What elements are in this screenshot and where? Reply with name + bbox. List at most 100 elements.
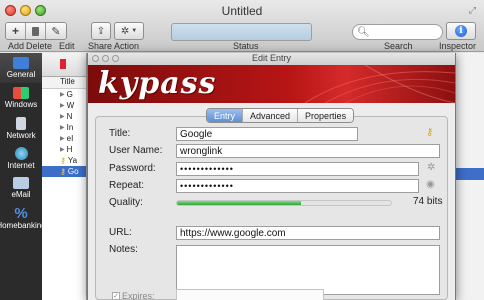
list-item[interactable]: ▶ G xyxy=(42,89,86,100)
expires-label: Expires: xyxy=(122,291,155,300)
group-internet[interactable]: Internet xyxy=(0,143,42,173)
mail-icon xyxy=(13,177,29,189)
edit-button[interactable]: ✎ xyxy=(46,23,66,39)
disclosure-triangle-icon[interactable]: ▶ xyxy=(60,146,65,153)
expires-checkbox[interactable]: ✓ xyxy=(112,292,120,300)
group-label: Homebanking xyxy=(0,220,46,230)
tab-advanced[interactable]: Advanced xyxy=(243,109,299,122)
globe-icon xyxy=(14,146,28,160)
search-icon: 🔍︎ xyxy=(357,26,370,38)
group-label: Windows xyxy=(4,100,38,109)
sheet-titlebar: Edit Entry xyxy=(88,53,455,65)
list-item-label: eI xyxy=(66,134,74,143)
column-header-title[interactable]: Title xyxy=(42,77,86,89)
selected-row-highlight xyxy=(456,168,484,180)
key-icon: ⚷ xyxy=(60,167,66,176)
group-homebanking[interactable]: % Homebanking xyxy=(0,203,46,233)
password-field[interactable]: ••••••••••••• xyxy=(176,162,419,176)
list-item-selected[interactable]: ⚷ Go xyxy=(42,166,86,177)
list-item[interactable]: ▶ eI xyxy=(42,133,86,144)
delete-button[interactable] xyxy=(26,23,46,39)
banner-decoration xyxy=(305,65,455,103)
group-network[interactable]: Network xyxy=(0,113,42,143)
list-item[interactable]: ▶ In xyxy=(42,122,86,133)
reveal-password-icon[interactable]: ◉ xyxy=(426,179,435,190)
key-icon: ⚷ xyxy=(60,156,66,165)
group-label: Internet xyxy=(7,160,35,170)
inspector-label: Inspector xyxy=(439,41,477,51)
disclosure-triangle-icon[interactable]: ▶ xyxy=(60,102,65,109)
chevron-down-icon: ▼ xyxy=(131,28,138,34)
quality-label: Quality: xyxy=(109,197,143,208)
disclosure-triangle-icon[interactable]: ▶ xyxy=(60,135,65,142)
disclosure-triangle-icon[interactable]: ▶ xyxy=(60,91,65,98)
sheet-title: Edit Entry xyxy=(251,53,291,63)
repeat-password-field[interactable]: ••••••••••••• xyxy=(176,179,419,193)
list-item[interactable]: ▶ W xyxy=(42,100,86,111)
add-button[interactable]: + xyxy=(6,23,26,39)
search-input[interactable]: 🔍︎ xyxy=(352,24,443,40)
title-label: Title: xyxy=(109,128,131,139)
disclosure-triangle-icon[interactable]: ▶ xyxy=(60,124,65,131)
action-button[interactable]: ✲ ▼ xyxy=(114,22,144,40)
pencil-icon: ✎ xyxy=(51,25,61,38)
list-item-label: W xyxy=(66,101,75,110)
quality-bar xyxy=(176,200,392,206)
delete-label: Delete xyxy=(26,41,53,51)
notes-textarea[interactable] xyxy=(176,245,440,295)
inspector-button[interactable]: i xyxy=(446,22,476,40)
info-icon: i xyxy=(455,25,467,37)
expires-date-field[interactable] xyxy=(176,289,324,300)
entry-panel: Title: Google ⚷ User Name: wronglink Pas… xyxy=(95,116,448,300)
password-generator-icon[interactable]: ✲ xyxy=(427,162,435,173)
share-icon: ⇪ xyxy=(96,25,106,37)
percent-icon: % xyxy=(14,204,28,222)
group-windows[interactable]: Windows xyxy=(0,83,42,113)
share-button[interactable]: ⇪ xyxy=(91,22,111,40)
password-label: Password: xyxy=(109,163,156,174)
list-item-label: Ya xyxy=(67,156,78,165)
key-icon[interactable]: ⚷ xyxy=(426,127,433,138)
list-item[interactable]: ▶ H xyxy=(42,144,86,155)
sheet-minimize-button[interactable] xyxy=(102,55,109,62)
sheet-close-button[interactable] xyxy=(92,55,99,62)
list-item[interactable]: ▶ N xyxy=(42,111,86,122)
window-titlebar: Untitled ⤢ + ✎ Add Delete Edit ⇪ Share ✲… xyxy=(0,0,484,52)
url-field[interactable]: https://www.google.com xyxy=(176,226,440,240)
url-label: URL: xyxy=(109,227,132,238)
group-email[interactable]: eMail xyxy=(0,173,42,203)
entry-list-header xyxy=(42,53,86,77)
entry-tabs: Entry Advanced Properties xyxy=(206,108,355,123)
disclosure-triangle-icon[interactable]: ▶ xyxy=(60,113,65,120)
action-label: Action xyxy=(114,41,140,51)
share-label: Share xyxy=(88,41,113,51)
list-item-label: G xyxy=(66,90,73,99)
username-label: User Name: xyxy=(109,145,163,156)
fullscreen-icon[interactable]: ⤢ xyxy=(469,5,476,16)
sheet-zoom-button[interactable] xyxy=(112,55,119,62)
entry-list: Title ▶ G ▶ W ▶ N ▶ In ▶ eI ▶ H ⚷ Ya ⚷ Go xyxy=(42,53,87,300)
status-label: Status xyxy=(233,41,259,51)
repeat-label: Repeat: xyxy=(109,180,145,191)
tab-entry[interactable]: Entry xyxy=(207,109,244,122)
group-label: Network xyxy=(6,130,36,140)
expires-option[interactable]: ✓ Expires: xyxy=(112,291,155,300)
group-label: eMail xyxy=(11,190,31,199)
title-field[interactable]: Google xyxy=(176,127,358,141)
username-field[interactable]: wronglink xyxy=(176,144,440,158)
list-item[interactable]: ⚷ Ya xyxy=(42,155,86,166)
notes-label: Notes: xyxy=(109,244,138,255)
list-item-label: N xyxy=(66,112,73,121)
entry-list-right-area xyxy=(456,53,484,300)
list-item-label: Go xyxy=(67,167,79,176)
entry-edit-segment: + ✎ xyxy=(5,22,67,40)
group-label: General xyxy=(6,70,36,79)
group-general[interactable]: General xyxy=(0,53,42,83)
folder-icon xyxy=(13,57,29,69)
quality-bar-fill xyxy=(177,201,302,205)
quality-bits: 74 bits xyxy=(413,196,443,207)
list-item-label: H xyxy=(66,145,73,154)
tab-properties[interactable]: Properties xyxy=(298,109,354,122)
add-label: Add xyxy=(8,41,25,51)
network-icon xyxy=(16,116,26,130)
